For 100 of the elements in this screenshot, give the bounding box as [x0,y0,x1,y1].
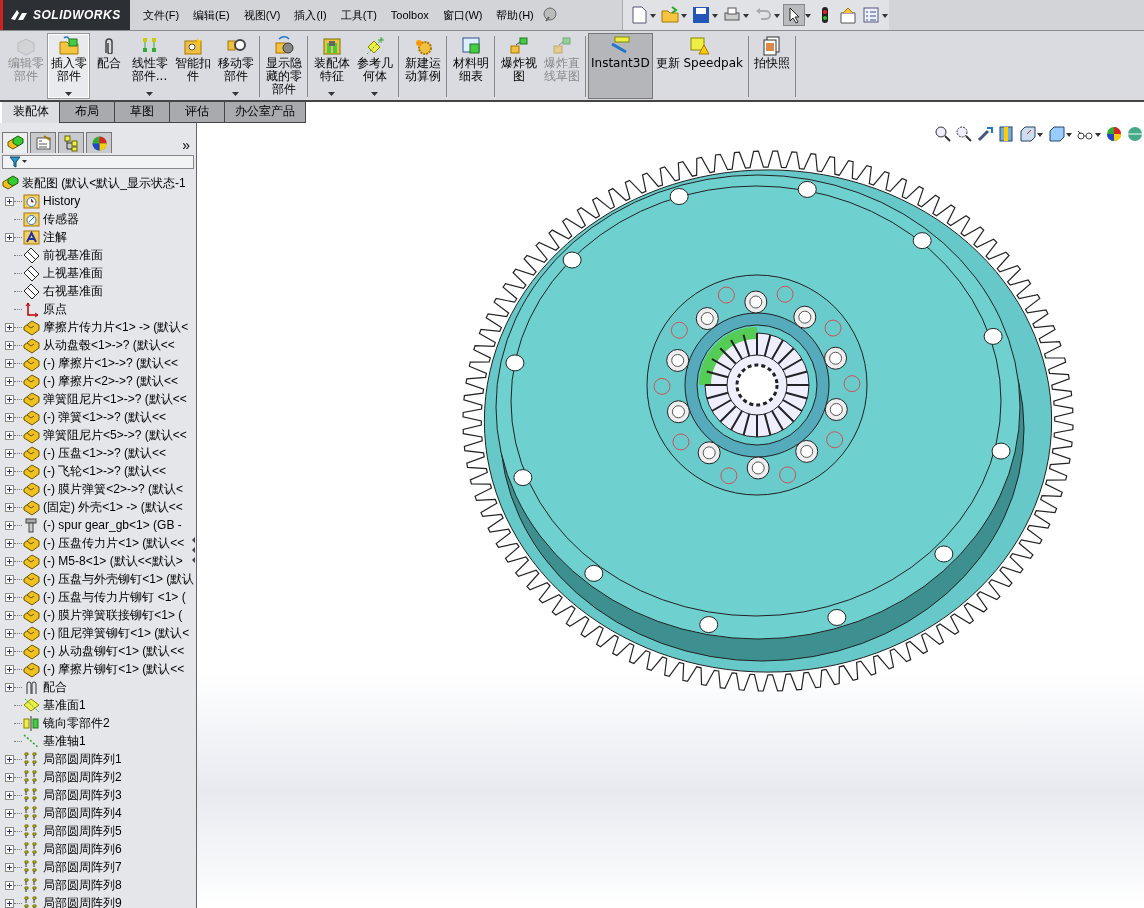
dropdown-caret-icon[interactable] [64,91,73,97]
menu-item[interactable]: 工具(T) [333,4,384,26]
expand-icon[interactable] [5,484,14,494]
toolbar-button[interactable]: 插入零部件 [47,33,90,99]
panel-tab[interactable] [58,132,84,153]
tree-item[interactable]: (-) 摩擦片铆钉<1> (默认<< [43,660,185,678]
select-pointer-icon[interactable] [784,5,804,25]
tree-item[interactable]: 局部圆周阵列1 [43,750,122,768]
toolbar-button[interactable]: 显示隐藏的零部件 [262,33,305,99]
expand-icon[interactable] [5,682,14,692]
tree-item[interactable]: 基准面1 [43,696,86,714]
tree-item[interactable]: 局部圆周阵列7 [43,858,122,876]
tree-item[interactable]: (-) 压盘与外壳铆钉<1> (默认 [43,570,195,588]
expand-icon[interactable] [5,826,14,836]
panel-tab[interactable] [30,132,56,153]
expand-icon[interactable] [5,628,14,638]
panel-collapse-handle-icon[interactable] [191,535,196,565]
expand-icon[interactable] [5,898,14,908]
tree-item[interactable]: 局部圆周阵列3 [43,786,122,804]
toolbar-button[interactable]: 线性零部件... [128,33,171,99]
tab[interactable]: 草图 [114,102,170,123]
tree-item[interactable]: History [43,194,81,208]
dropdown-caret-icon[interactable] [145,91,154,97]
expand-icon[interactable] [5,376,14,386]
expand-icon[interactable] [5,340,14,350]
tree-item[interactable]: 局部圆周阵列4 [43,804,122,822]
filter-icon[interactable] [9,156,27,168]
expand-icon[interactable] [5,754,14,764]
tree-item[interactable]: 原点 [43,300,67,318]
expand-icon[interactable] [5,538,14,548]
tree-item[interactable]: 配合 [43,678,67,696]
expand-icon[interactable] [5,556,14,566]
tree-item[interactable]: 局部圆周阵列5 [43,822,122,840]
tree-item[interactable]: (-) 阻尼弹簧铆钉<1> (默认< [43,624,190,642]
tree-item[interactable]: (-) 从动盘铆钉<1> (默认<< [43,642,185,660]
section-view-icon[interactable] [997,125,1015,143]
expand-icon[interactable] [5,412,14,422]
zoom-area-icon[interactable] [955,125,973,143]
expand-icon[interactable] [5,646,14,656]
expand-icon[interactable] [5,448,14,458]
expand-icon[interactable] [5,610,14,620]
toolbar-button[interactable]: 拍快照 [751,33,793,99]
tree-item[interactable]: (-) spur gear_gb<1> (GB - [43,518,182,532]
tree-item[interactable]: (-) 压盘与传力片铆钉 <1> ( [43,588,186,606]
tree-item[interactable]: 弹簧阻尼片<5>->? (默认<< [43,426,187,444]
expand-icon[interactable] [5,772,14,782]
toolbar-button[interactable]: 参考几何体 [353,33,396,99]
expand-icon[interactable] [5,322,14,332]
tab[interactable]: 布局 [59,102,115,123]
tree-item[interactable]: 局部圆周阵列9 [43,894,122,908]
view-orientation-icon[interactable] [1018,125,1036,143]
expand-icon[interactable] [5,394,14,404]
options-icon[interactable] [838,5,858,25]
save-icon[interactable] [691,5,711,25]
tab[interactable]: 评估 [169,102,225,123]
pin-icon[interactable] [540,6,559,24]
expand-icon[interactable] [5,844,14,854]
tree-item[interactable]: 局部圆周阵列2 [43,768,122,786]
expand-icon[interactable] [5,862,14,872]
tree-item[interactable]: 传感器 [43,210,79,228]
toolbar-button[interactable]: 材料明细表 [449,33,492,99]
more-tabs-button[interactable]: » [182,137,194,153]
tree-item[interactable]: (-) 膜片弹簧<2>->? (默认< [43,480,184,498]
toolbar-button[interactable]: 移动零部件 [214,33,257,99]
appearance-icon[interactable] [1105,125,1123,143]
expand-icon[interactable] [5,808,14,818]
menu-item[interactable]: Toolbox [383,6,436,24]
tree-item[interactable]: 注解 [43,228,67,246]
toolbar-button[interactable]: 更新 Speedpak [652,33,746,99]
tab[interactable]: 装配体 [2,102,60,123]
menu-item[interactable]: 帮助(H) [489,4,541,26]
expand-icon[interactable] [5,232,14,242]
expand-icon[interactable] [5,196,14,206]
checklist-icon[interactable] [861,5,881,25]
tree-item[interactable]: 镜向零部件2 [43,714,110,732]
tree-item[interactable]: 前视基准面 [43,246,103,264]
expand-icon[interactable] [5,430,14,440]
tree-item[interactable]: (-) 摩擦片<2>->? (默认<< [43,372,179,390]
expand-icon[interactable] [5,790,14,800]
tree-item[interactable]: 摩擦片传力片<1> -> (默认< [43,318,189,336]
tree-item[interactable]: (-) 膜片弹簧联接铆钉<1> ( [43,606,183,624]
tree-item[interactable]: 局部圆周阵列8 [43,876,122,894]
toolbar-button[interactable]: 装配体特征 [310,33,353,99]
tree-item[interactable]: 基准轴1 [43,732,86,750]
menu-item[interactable]: 文件(F) [136,4,187,26]
menu-item[interactable]: 插入(I) [287,4,334,26]
expand-icon[interactable] [5,880,14,890]
tree-item[interactable]: (-) M5-8<1> (默认<<默认> [43,552,183,570]
toolbar-button[interactable]: 新建运动算例 [401,33,444,99]
toolbar-button[interactable]: Instant3D [588,33,653,99]
tree-item[interactable]: 从动盘毂<1>->? (默认<< [43,336,175,354]
tree-item[interactable]: (-) 弹簧<1>->? (默认<< [43,408,167,426]
dropdown-caret-icon[interactable] [327,91,336,97]
dropdown-caret-icon[interactable] [370,91,379,97]
menu-item[interactable]: 窗口(W) [435,4,490,26]
tree-item[interactable]: 上视基准面 [43,264,103,282]
panel-tab[interactable] [86,132,112,153]
tree-item[interactable]: (-) 飞轮<1>->? (默认<< [43,462,167,480]
tree-item[interactable]: (-) 压盘<1>->? (默认<< [43,444,167,462]
tree-item[interactable]: (-) 摩擦片<1>->? (默认<< [43,354,179,372]
